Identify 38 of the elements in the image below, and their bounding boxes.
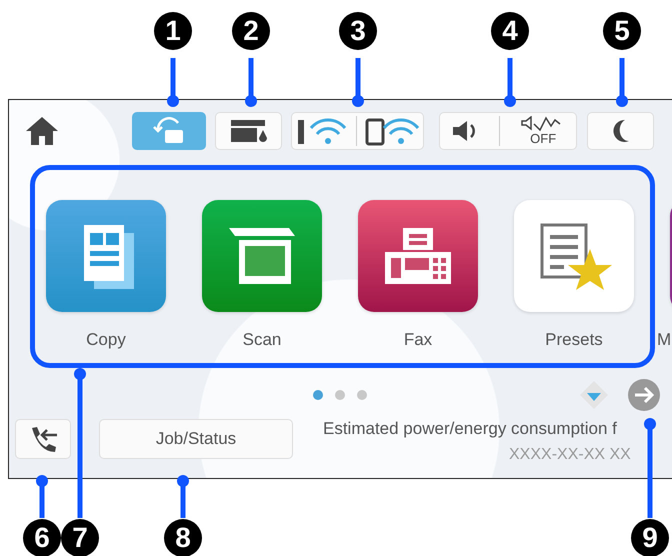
fax-machine-icon <box>383 226 453 286</box>
leader-line <box>352 58 364 108</box>
callout-number: 4 <box>491 12 529 50</box>
home-icon[interactable] <box>24 114 60 146</box>
transfer-icon <box>152 116 186 144</box>
callout-number: 1 <box>154 12 192 50</box>
scanner-icon <box>227 226 297 286</box>
app-tile[interactable] <box>358 200 478 312</box>
app-label: Fax <box>404 330 432 350</box>
power-notice-text: Estimated power/energy consumption f <box>323 419 618 439</box>
app-label: Copy <box>86 330 126 350</box>
app-tile[interactable] <box>46 200 166 312</box>
app-tile[interactable] <box>202 200 322 312</box>
callout-number: 6 <box>23 519 61 556</box>
callout-number: 9 <box>631 519 669 556</box>
sound-off-label: OFF <box>530 132 556 146</box>
app-label: Scan <box>242 330 282 350</box>
callout-number: 3 <box>339 12 377 50</box>
app-label: M <box>657 330 672 350</box>
callout-number: 2 <box>232 12 270 50</box>
app-label: Presets <box>545 330 603 350</box>
leader-line <box>616 58 628 108</box>
fax-log-button[interactable] <box>15 419 71 459</box>
moon-icon <box>610 118 630 144</box>
callout-number: 7 <box>61 519 99 556</box>
leader-line <box>36 475 48 518</box>
tablet-wifi-icon <box>364 116 420 146</box>
status-button[interactable]: OFF <box>439 112 577 150</box>
callout-number: 5 <box>603 12 641 50</box>
leader-line <box>504 58 516 108</box>
leader-line <box>177 475 189 518</box>
callout-number: 8 <box>164 519 202 556</box>
leader-line <box>167 58 179 108</box>
leader-line <box>245 58 257 108</box>
notice-date: XXXX-XX-XX XX <box>509 446 632 464</box>
app-tile[interactable] <box>514 200 634 312</box>
job-status-button[interactable]: Job/Status <box>99 419 293 459</box>
ink-icon <box>228 118 268 144</box>
